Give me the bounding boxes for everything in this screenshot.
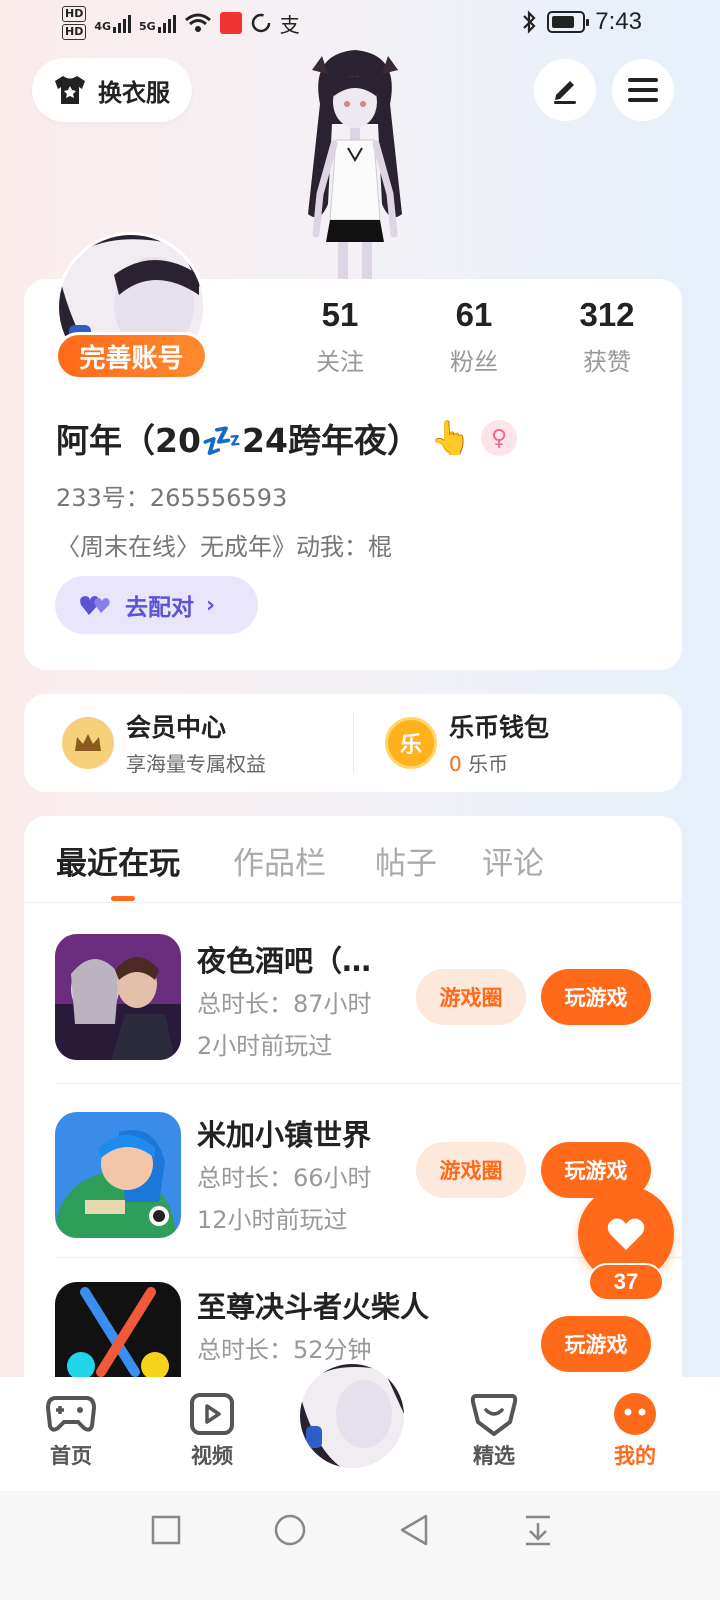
signal-icon: 4G: [94, 13, 132, 33]
tab-comments[interactable]: 评论: [482, 838, 544, 883]
chevron-right-icon: ›: [206, 592, 216, 618]
tab-works[interactable]: 作品栏: [233, 838, 326, 883]
game-duration: 总时长：87小时: [197, 990, 372, 1018]
heart-icon: [607, 1218, 645, 1250]
alipay-icon: 支: [279, 12, 300, 37]
user-id: 233号：265556593: [56, 484, 288, 512]
notification-app-icon: [219, 12, 242, 34]
game-title[interactable]: 夜色酒吧（…: [197, 938, 371, 980]
nav-video[interactable]: 视频: [167, 1392, 257, 1470]
status-left: HD HD 4G 5G 支: [62, 6, 300, 40]
game-duration: 总时长：66小时: [197, 1164, 372, 1192]
gamepad-icon: [46, 1396, 96, 1432]
menu-button[interactable]: [612, 59, 674, 121]
change-outfit-button[interactable]: 换衣服: [32, 58, 192, 122]
coin-wallet[interactable]: 乐 乐币钱包 0 乐币: [385, 708, 549, 777]
status-bar: HD HD 4G 5G 支 7:43: [0, 0, 720, 48]
home-icon[interactable]: [270, 1510, 310, 1550]
game-icon[interactable]: [55, 1112, 181, 1238]
game-last-played: 12小时前玩过: [197, 1206, 348, 1234]
play-game-button[interactable]: 玩游戏: [541, 1316, 651, 1372]
hand-emoji: 👆: [429, 418, 472, 457]
username: 阿年（20💤24跨年夜） 👆 ♀: [56, 414, 518, 462]
game-icon[interactable]: [55, 934, 181, 1060]
face-icon: [614, 1393, 656, 1435]
sync-icon: [251, 13, 270, 33]
battery-icon: [547, 11, 590, 33]
game-last-played: 2小时前玩过: [197, 1032, 333, 1060]
hd-badge: HD: [62, 24, 87, 40]
game-circle-button[interactable]: 游戏圈: [416, 1142, 526, 1198]
hearts-icon: [80, 596, 110, 615]
center-avatar-button[interactable]: [296, 1360, 408, 1472]
wallet-amount: 0: [449, 752, 462, 776]
play-game-button[interactable]: 玩游戏: [541, 969, 651, 1025]
divider: [24, 902, 682, 903]
coin-icon: 乐: [385, 716, 437, 769]
complete-account-button[interactable]: 完善账号: [55, 332, 208, 380]
heart-box-icon: [470, 1394, 518, 1436]
game-title[interactable]: 至尊决斗者火柴人: [197, 1284, 429, 1326]
nav-home[interactable]: 首页: [26, 1392, 116, 1470]
edit-button[interactable]: [534, 59, 596, 121]
tab-posts[interactable]: 帖子: [375, 838, 437, 883]
zzz-emoji: 💤: [200, 421, 243, 460]
bluetooth-icon: [523, 10, 536, 34]
member-center[interactable]: 会员中心 享海量专属权益: [62, 708, 266, 777]
tab-recent-played[interactable]: 最近在玩: [56, 838, 180, 883]
back-icon[interactable]: [394, 1510, 434, 1550]
signal-icon: 5G: [139, 13, 176, 33]
match-button[interactable]: 去配对 ›: [55, 576, 258, 634]
video-icon: [190, 1393, 234, 1435]
game-title[interactable]: 米加小镇世界: [197, 1112, 371, 1154]
stat-following[interactable]: 51 关注: [285, 296, 395, 377]
wifi-icon: [184, 13, 211, 32]
clock: 7:43: [595, 8, 642, 35]
stat-likes[interactable]: 312 获赞: [552, 296, 662, 377]
nav-mine[interactable]: 我的: [590, 1392, 680, 1470]
username-text: 阿年（20💤24跨年夜）: [56, 421, 420, 460]
tab-indicator: [111, 896, 135, 901]
nav-featured[interactable]: 精选: [449, 1392, 539, 1470]
change-outfit-label: 换衣服: [98, 78, 170, 107]
recent-apps-icon[interactable]: [146, 1510, 186, 1550]
divider: [353, 712, 354, 774]
hd-badge: HD: [62, 6, 87, 22]
edit-icon: [554, 81, 576, 104]
avatar-figure[interactable]: [290, 44, 420, 280]
status-right: 7:43: [521, 8, 642, 36]
crown-icon: [62, 716, 114, 769]
stat-followers[interactable]: 61 粉丝: [419, 296, 529, 377]
like-count: 37: [588, 1263, 664, 1301]
female-icon: ♀: [481, 420, 518, 456]
divider: [55, 1083, 682, 1084]
menu-icon: [628, 78, 658, 102]
notification-pull-icon[interactable]: [518, 1510, 558, 1550]
game-circle-button[interactable]: 游戏圈: [416, 969, 526, 1025]
user-bio: 〈周末在线〉无成年》动我：棍: [56, 533, 392, 561]
tshirt-icon: [55, 76, 85, 104]
system-nav-bar: [0, 1491, 720, 1600]
